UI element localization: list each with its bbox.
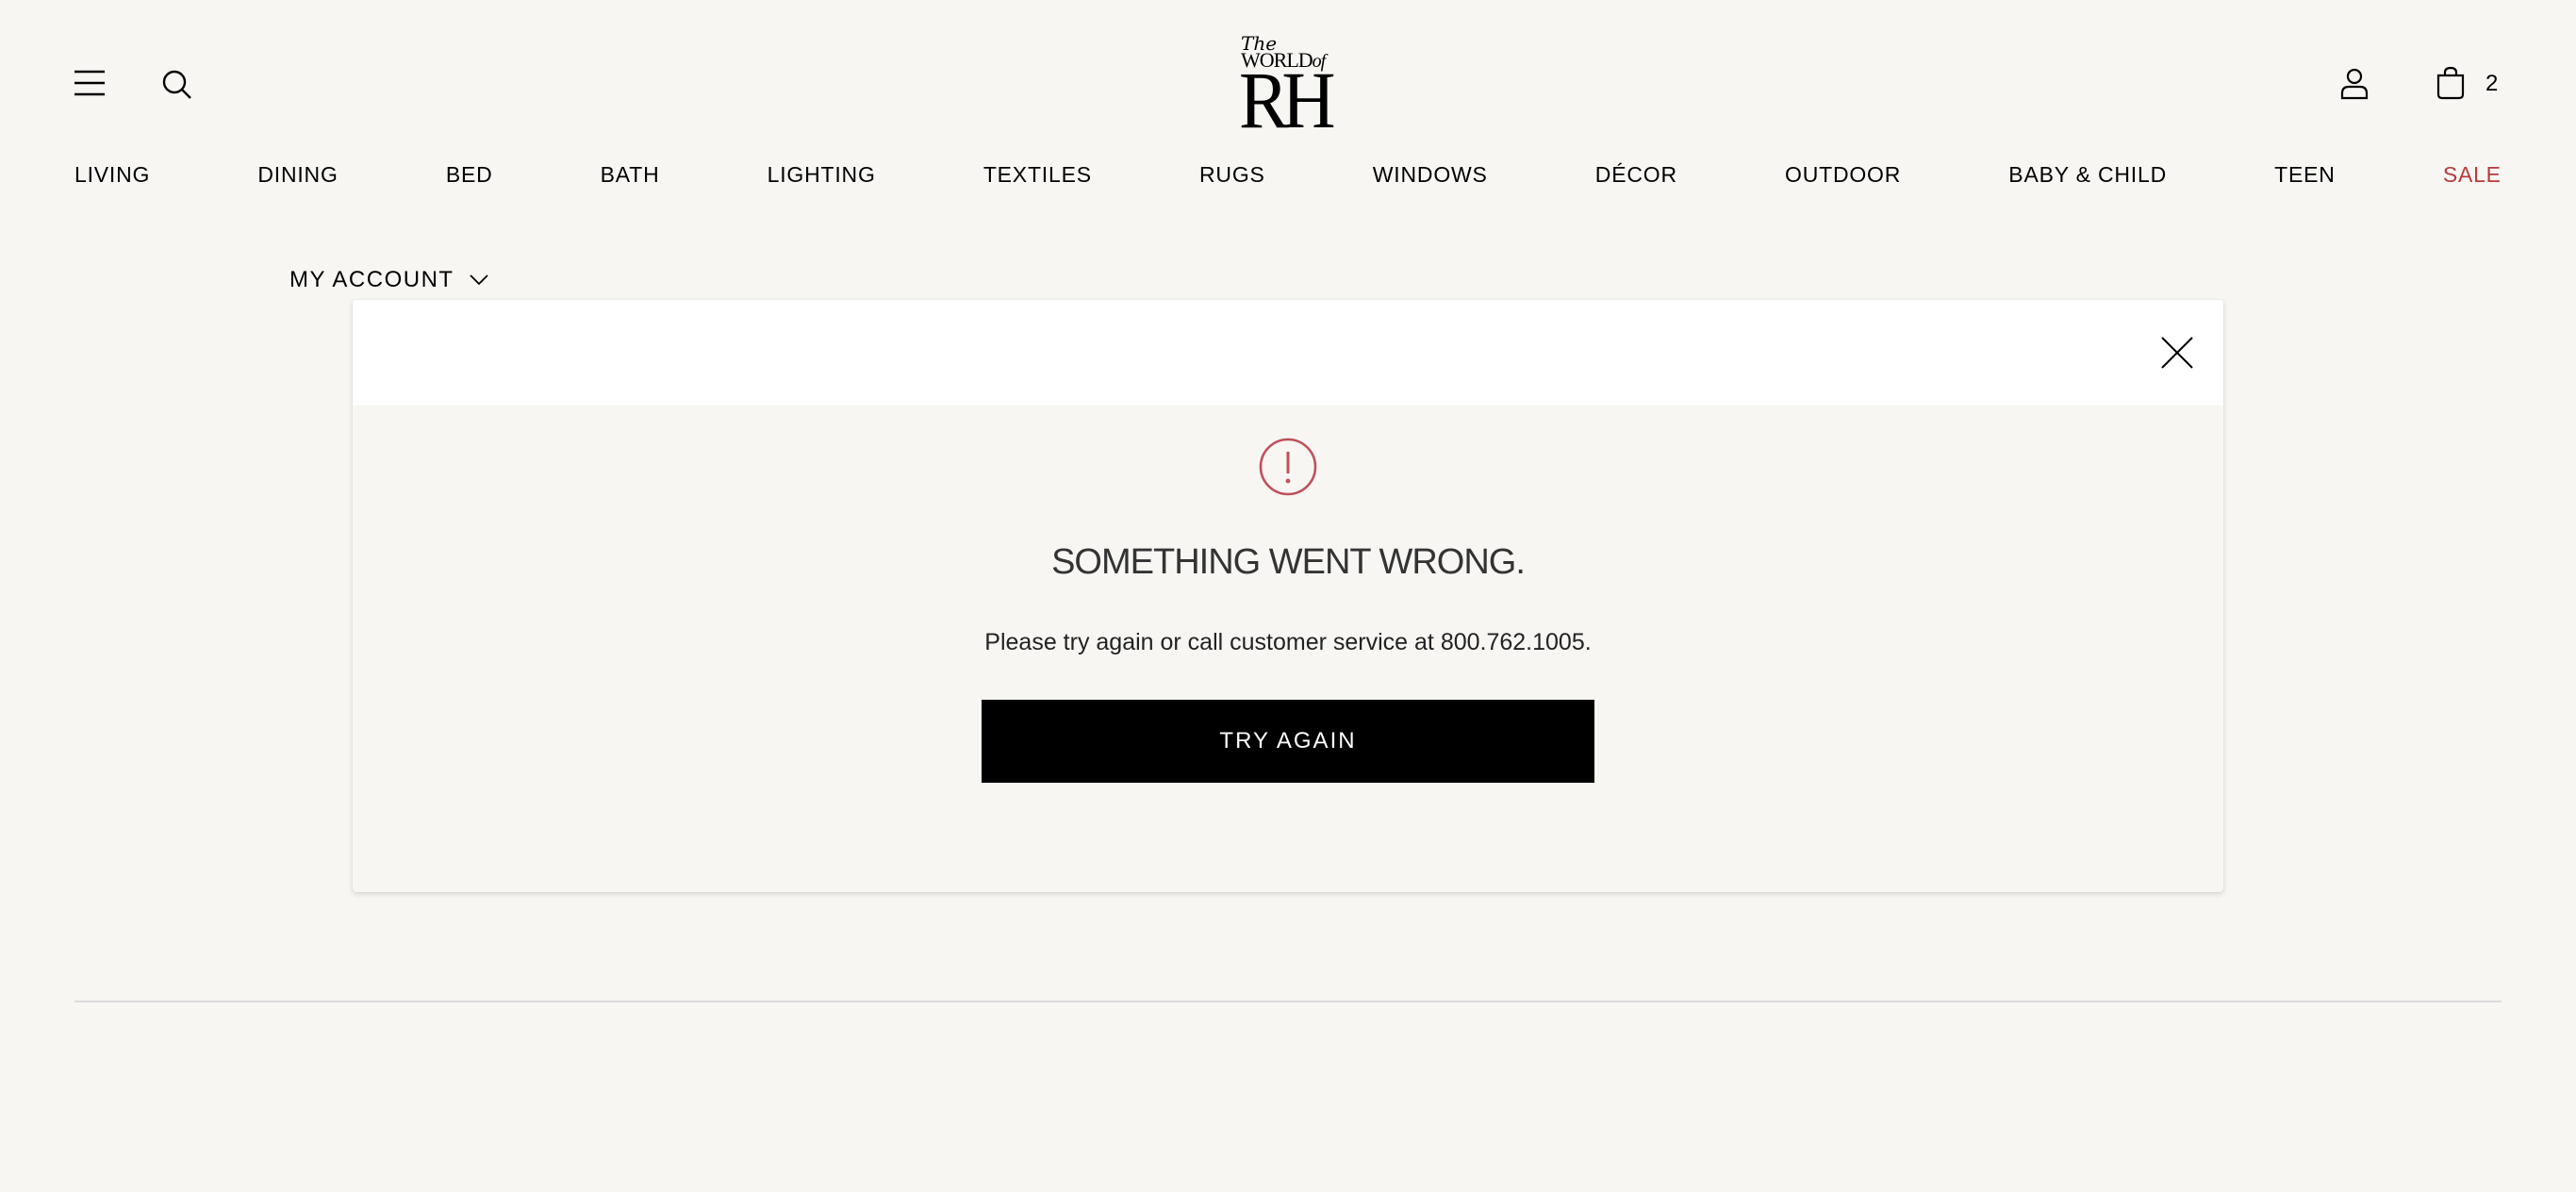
error-message: Please try again or call customer servic… (984, 629, 1592, 655)
nav-item-living[interactable]: LIVING (74, 158, 150, 190)
close-icon[interactable] (2160, 336, 2194, 370)
error-title: SOMETHING WENT WRONG. (1051, 542, 1526, 582)
try-again-button[interactable]: TRY AGAIN (982, 700, 1594, 783)
shopping-bag-icon[interactable] (2436, 66, 2466, 100)
nav-item-textiles[interactable]: TEXTILES (983, 158, 1092, 190)
error-modal: SOMETHING WENT WRONG. Please try again o… (353, 300, 2223, 892)
nav-item-bath[interactable]: BATH (601, 158, 660, 190)
nav-item-windows[interactable]: WINDOWS (1373, 158, 1488, 190)
site-header: The WORLDof RH 2 (0, 0, 2576, 141)
nav-item-outdoor[interactable]: OUTDOOR (1785, 158, 1901, 190)
alert-circle-icon (1259, 438, 1317, 496)
chevron-down-icon (469, 274, 488, 286)
search-icon[interactable] (162, 70, 192, 100)
my-account-label: MY ACCOUNT (289, 267, 454, 292)
nav-item-sale[interactable]: SALE (2443, 158, 2502, 190)
nav-item-lighting[interactable]: LIGHTING (768, 158, 876, 190)
nav-item-rugs[interactable]: RUGS (1199, 158, 1265, 190)
rh-logo[interactable]: The WORLDof RH (1237, 34, 1339, 145)
logo-rh: RH (1239, 55, 1336, 145)
nav-item-bed[interactable]: BED (446, 158, 493, 190)
modal-header (353, 300, 2223, 406)
nav-item-dining[interactable]: DINING (257, 158, 338, 190)
hamburger-menu-icon[interactable] (74, 70, 105, 96)
main-nav: LIVING DINING BED BATH LIGHTING TEXTILES… (74, 158, 2502, 190)
footer-divider (74, 1001, 2502, 1002)
nav-item-baby-child[interactable]: BABY & CHILD (2008, 158, 2167, 190)
user-icon[interactable] (2340, 68, 2369, 100)
my-account-dropdown[interactable]: MY ACCOUNT (289, 266, 488, 294)
nav-item-decor[interactable]: DÉCOR (1595, 158, 1677, 190)
cart-count[interactable]: 2 (2485, 71, 2498, 97)
nav-item-teen[interactable]: TEEN (2274, 158, 2336, 190)
